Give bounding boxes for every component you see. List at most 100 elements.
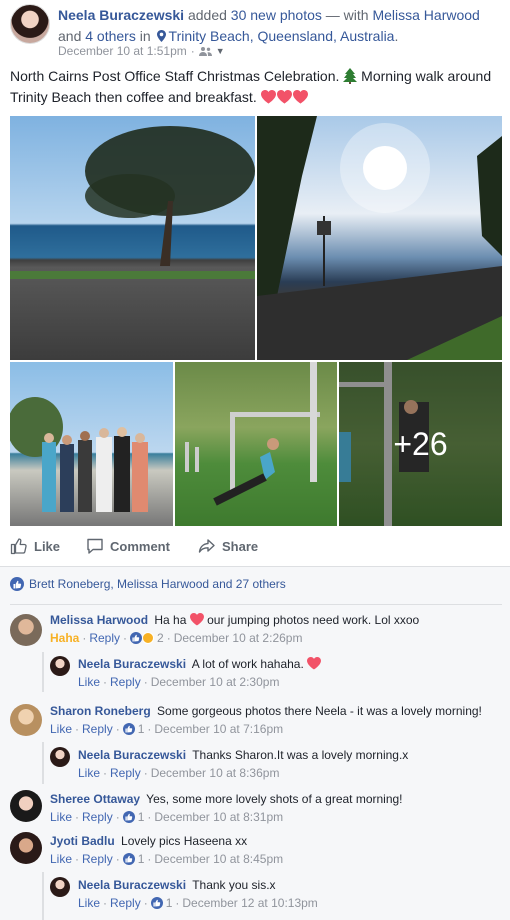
in-text: in: [139, 28, 151, 44]
reaction-count[interactable]: 1: [166, 895, 173, 911]
reply-thread-line: [42, 742, 44, 784]
photo-count-link[interactable]: 30 new photos: [231, 7, 322, 23]
photo-group[interactable]: [10, 362, 173, 526]
share-arrow-icon: [198, 539, 215, 553]
post-timestamp[interactable]: December 10 at 1:51pm: [58, 44, 187, 58]
like-label: Like: [34, 538, 61, 554]
like-link[interactable]: Like: [78, 674, 100, 690]
commenter-avatar[interactable]: [10, 704, 42, 736]
reply-body: Thank you sis.x: [192, 878, 276, 892]
others-link[interactable]: 4 others: [85, 28, 136, 44]
share-label: Share: [222, 538, 259, 554]
thumbs-up-icon: [10, 538, 27, 555]
reaction-count[interactable]: 1: [138, 851, 145, 867]
like-link[interactable]: Like: [50, 851, 72, 867]
comment-text: Sharon Roneberg Some gorgeous photos the…: [50, 703, 482, 719]
commenter-avatar[interactable]: [10, 790, 42, 822]
author-name-link[interactable]: Neela Buraczewski: [58, 7, 184, 23]
comment-time[interactable]: December 10 at 7:16pm: [154, 721, 283, 737]
audience-dropdown-icon[interactable]: ▼: [216, 46, 225, 56]
like-link[interactable]: Like: [78, 765, 100, 781]
reaction-count[interactable]: 1: [138, 809, 145, 825]
commenter-avatar[interactable]: [10, 614, 42, 646]
comment-body-part2: our jumping photos need work. Lol xxoo: [207, 613, 420, 627]
heart-emoji-icon: [260, 90, 276, 104]
author-avatar[interactable]: [10, 4, 50, 44]
with-text: — with: [325, 7, 369, 23]
photo-beach-tree[interactable]: [10, 116, 255, 360]
share-button[interactable]: Share: [198, 534, 258, 558]
post-meta: December 10 at 1:51pm · ▼: [58, 44, 225, 58]
replier-name-link[interactable]: Neela Buraczewski: [78, 878, 186, 892]
friends-audience-icon[interactable]: [198, 46, 212, 56]
haha-reaction-link[interactable]: Haha: [50, 630, 79, 646]
comment-meta: Like · Reply · 1 · December 10 at 8:45pm: [50, 851, 284, 867]
reply-meta: Like · Reply · 1 · December 12 at 10:13pm: [78, 895, 318, 911]
commenter-avatar[interactable]: [10, 832, 42, 864]
comment-body: Lovely pics Haseena xx: [121, 834, 248, 848]
reply-link[interactable]: Reply: [82, 851, 113, 867]
replier-name-link[interactable]: Neela Buraczewski: [78, 657, 186, 671]
comment-time[interactable]: December 10 at 8:45pm: [154, 851, 283, 867]
comment-text: Melissa Harwood Ha ha our jumping photos…: [50, 612, 419, 628]
reply-link[interactable]: Reply: [82, 809, 113, 825]
reply-link[interactable]: Reply: [110, 765, 141, 781]
replier-avatar[interactable]: [50, 656, 70, 676]
like-reaction-icon: [122, 811, 135, 823]
and-text: and: [58, 28, 82, 44]
replier-avatar[interactable]: [50, 747, 70, 767]
reply-meta: Like · Reply · December 10 at 2:30pm: [78, 674, 280, 690]
replier-name-link[interactable]: Neela Buraczewski: [78, 748, 186, 762]
location-pin-icon: [156, 30, 166, 42]
reply-time[interactable]: December 10 at 8:36pm: [151, 765, 280, 781]
like-link[interactable]: Like: [50, 721, 72, 737]
comment-text: Jyoti Badlu Lovely pics Haseena xx: [50, 833, 247, 849]
photo-sunlit-beach[interactable]: [257, 116, 502, 360]
location-link[interactable]: Trinity Beach, Queensland, Australia: [169, 28, 395, 44]
comment-time[interactable]: December 10 at 8:31pm: [154, 809, 283, 825]
reply-link[interactable]: Reply: [89, 630, 120, 646]
location-end: .: [394, 28, 399, 44]
reply-link[interactable]: Reply: [110, 674, 141, 690]
comment-text: Sheree Ottaway Yes, some more lovely sho…: [50, 791, 403, 807]
reaction-count[interactable]: 2: [157, 630, 164, 646]
heart-emoji-icon: [189, 613, 204, 626]
reply-text: Neela Buraczewski Thank you sis.x: [78, 877, 276, 893]
heart-emoji-icon: [307, 657, 322, 670]
commenter-name-link[interactable]: Sheree Ottaway: [50, 792, 140, 806]
comment-button[interactable]: Comment: [86, 534, 170, 558]
reply-time[interactable]: December 10 at 2:30pm: [151, 674, 280, 690]
commenter-name-link[interactable]: Sharon Roneberg: [50, 704, 151, 718]
likes-summary[interactable]: Brett Roneberg, Melissa Harwood and 27 o…: [10, 577, 286, 591]
reply-link[interactable]: Reply: [82, 721, 113, 737]
caption-text-1: North Cairns Post Office Staff Christmas…: [10, 68, 340, 84]
comment-body: Some gorgeous photos there Neela - it wa…: [157, 704, 482, 718]
like-reaction-icon: [122, 723, 135, 735]
facebook-post: Neela Buraczewski added 30 new photos — …: [0, 0, 510, 920]
like-button[interactable]: Like: [10, 534, 60, 558]
commenter-name-link[interactable]: Melissa Harwood: [50, 613, 148, 627]
like-reaction-icon: [122, 853, 135, 865]
reply-body: A lot of work hahaha.: [191, 657, 304, 671]
comment-time[interactable]: December 10 at 2:26pm: [174, 630, 303, 646]
replier-avatar[interactable]: [50, 877, 70, 897]
photo-more[interactable]: +26: [339, 362, 502, 526]
haha-emoji-icon: [142, 632, 155, 644]
likes-summary-text[interactable]: Brett Roneberg, Melissa Harwood and 27 o…: [29, 577, 286, 591]
reaction-count[interactable]: 1: [138, 721, 145, 737]
post-header: Neela Buraczewski added 30 new photos — …: [58, 5, 498, 47]
reply-link[interactable]: Reply: [110, 895, 141, 911]
divider: [10, 604, 502, 605]
like-link[interactable]: Like: [50, 809, 72, 825]
reply-text: Neela Buraczewski Thanks Sharon.It was a…: [78, 747, 408, 763]
reply-time[interactable]: December 12 at 10:13pm: [182, 895, 317, 911]
heart-emoji-icon: [292, 90, 308, 104]
reply-thread-line: [42, 872, 44, 920]
reply-text: Neela Buraczewski A lot of work hahaha.: [78, 656, 322, 672]
photo-exercise[interactable]: [175, 362, 337, 526]
more-photos-count: +26: [393, 425, 448, 462]
tagged-person-link[interactable]: Melissa Harwood: [372, 7, 479, 23]
commenter-name-link[interactable]: Jyoti Badlu: [50, 834, 115, 848]
more-photos-overlay[interactable]: +26: [339, 362, 502, 526]
like-link[interactable]: Like: [78, 895, 100, 911]
